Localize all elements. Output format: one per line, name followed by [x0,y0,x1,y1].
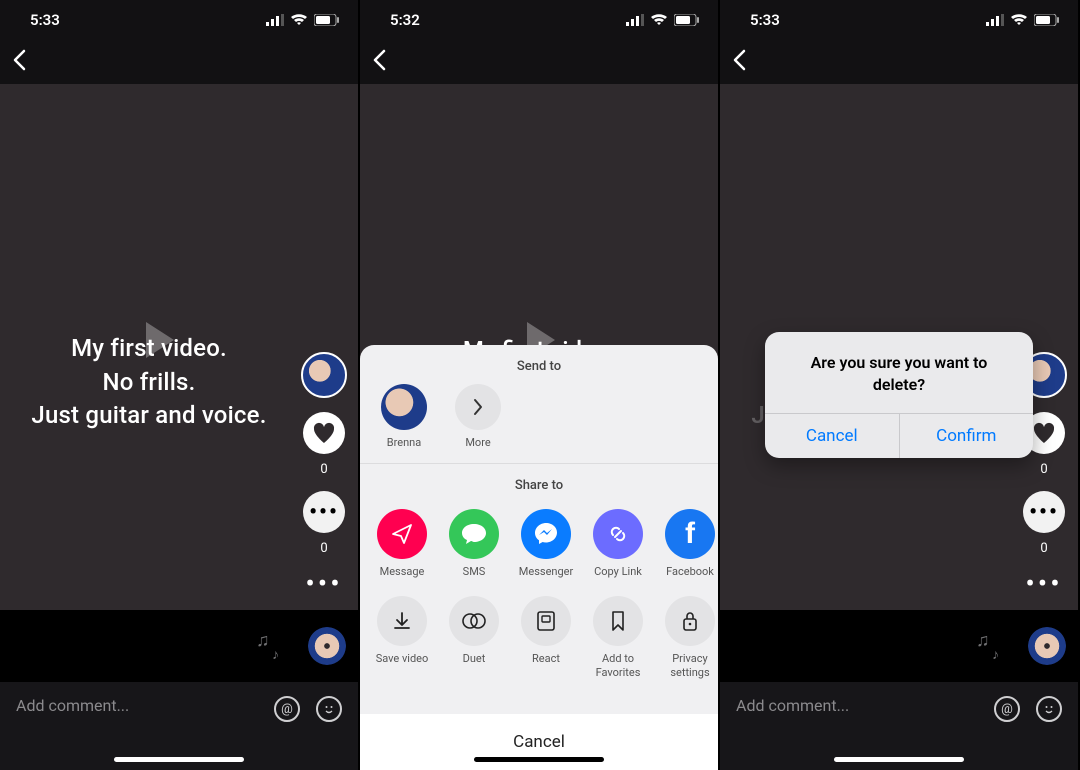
more-circle [455,384,501,430]
top-nav [0,40,358,84]
video-player[interactable]: My first video. No frills. Just guitar a… [0,84,358,770]
facebook-icon: f [685,517,695,551]
top-nav [360,40,718,84]
author-avatar[interactable] [301,352,347,398]
share-facebook[interactable]: f Facebook [662,509,718,578]
action-favorites[interactable]: Add to Favorites [590,596,646,680]
comment-button[interactable]: ••• [303,491,345,533]
action-save-video[interactable]: Save video [374,596,430,680]
send-to-row: Brenna More [360,384,718,463]
alert-buttons: Cancel Confirm [765,413,1033,458]
send-target-label: Brenna [378,436,430,449]
action-label: Save video [374,652,430,666]
side-actions: 0 ••• 0 ••• [300,352,348,598]
cellular-icon [266,14,284,26]
comment-icons: @ [274,696,342,722]
screen-delete-confirm: 5:33 My first video. No frills. Just gui… [720,0,1080,770]
comment-input[interactable]: Add comment... [16,696,264,715]
cancel-button[interactable]: Cancel [360,714,718,770]
share-label: SMS [446,565,502,578]
screen-share-sheet: 5:32 My first video. Send to Brenna [360,0,720,770]
battery-icon [674,14,700,26]
link-icon [606,522,630,546]
clock: 5:33 [30,11,60,29]
share-label: Message [374,565,430,578]
comment-bar: Add comment... @ [0,682,358,770]
delete-alert: Are you sure you want to delete? Cancel … [765,332,1033,458]
bookmark-icon [610,610,626,632]
caption-line-2: No frills. [0,366,298,400]
share-to-row: Message SMS Messenger Copy Link f Facebo… [360,503,718,590]
wifi-icon [290,14,308,26]
action-label: Add to Favorites [590,652,646,680]
share-label: Facebook [662,565,718,578]
status-indicators [266,14,340,26]
screen-video: 5:33 My first video. No frills. Just gui… [0,0,360,770]
like-button[interactable] [303,412,345,454]
share-label: Messenger [518,565,574,578]
back-button[interactable] [372,49,386,75]
caption-line-3: Just guitar and voice. [0,399,298,433]
home-indicator[interactable] [114,757,244,762]
alert-message: Are you sure you want to delete? [765,332,1033,413]
action-privacy[interactable]: Privacy settings [662,596,718,680]
chevron-right-icon [472,398,484,416]
back-button[interactable] [12,49,26,75]
battery-icon [314,14,340,26]
share-sheet: Send to Brenna More Share to Message S [360,345,718,770]
video-caption: My first video. No frills. Just guitar a… [0,332,298,433]
wifi-icon [650,14,668,26]
send-target-more[interactable]: More [452,384,504,449]
share-sms[interactable]: SMS [446,509,502,578]
caption-line-1: My first video. [0,332,298,366]
cellular-icon [626,14,644,26]
clock: 5:32 [390,11,420,29]
lock-icon [681,610,699,632]
action-label: Duet [446,652,502,666]
status-bar: 5:33 [0,0,358,40]
smile-icon [322,702,336,716]
share-message[interactable]: Message [374,509,430,578]
status-indicators [626,14,700,26]
share-messenger[interactable]: Messenger [518,509,574,578]
status-bar: 5:32 [360,0,718,40]
alert-confirm-button[interactable]: Confirm [900,414,1034,458]
action-duet[interactable]: Duet [446,596,502,680]
contact-avatar [381,384,427,430]
action-label: Privacy settings [662,652,718,680]
react-icon [536,610,556,632]
alert-cancel-button[interactable]: Cancel [765,414,900,458]
share-to-heading: Share to [360,464,718,503]
send-target-label: More [452,436,504,449]
ellipsis-icon: ••• [309,500,339,525]
duet-icon [461,611,487,631]
share-copy-link[interactable]: Copy Link [590,509,646,578]
action-react[interactable]: React [518,596,574,680]
home-indicator[interactable] [474,757,604,762]
send-to-heading: Send to [360,345,718,384]
emoji-button[interactable] [316,696,342,722]
actions-row: Save video Duet React Add to Favorites P… [360,590,718,690]
heart-icon [312,422,336,444]
like-count: 0 [320,462,327,477]
music-strip: ♫ ♪ [0,610,358,682]
share-button[interactable]: ••• [305,570,342,598]
share-label: Copy Link [590,565,646,578]
paper-plane-icon [390,522,414,546]
speech-bubble-icon [461,522,487,546]
download-icon [391,610,413,632]
cancel-label: Cancel [513,732,565,752]
comment-count: 0 [320,541,327,556]
music-note-icon: ♫ ♪ [254,626,294,666]
mention-button[interactable]: @ [274,696,300,722]
sound-disc[interactable] [308,627,346,665]
messenger-icon [533,521,559,547]
action-label: React [518,652,574,666]
send-target-brenna[interactable]: Brenna [378,384,430,449]
